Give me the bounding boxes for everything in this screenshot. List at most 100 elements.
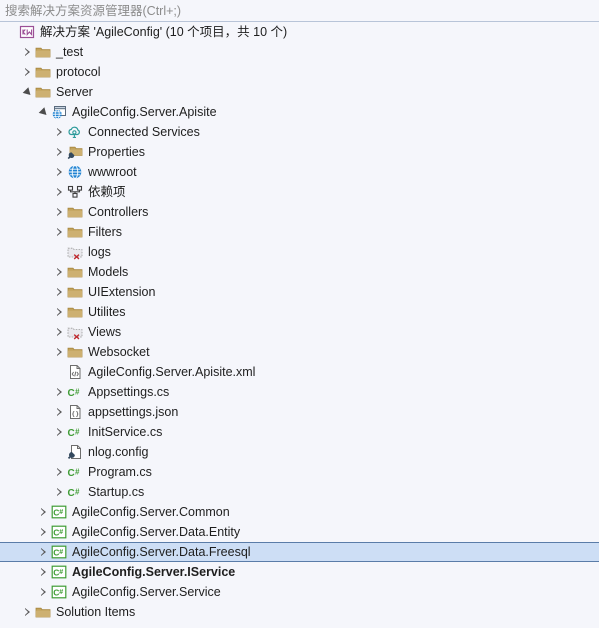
chevron-right-icon[interactable] [22,602,35,622]
tree-item-label: Views [88,325,122,339]
chevron-right-icon[interactable] [38,542,51,562]
tree-item-filters[interactable]: Filters [0,222,599,242]
tree-item-server[interactable]: Server [0,82,599,102]
tree-item-label: Program.cs [88,465,152,479]
tree-item-label: InitService.cs [88,425,163,439]
tree-item-label: UIExtension [88,285,156,299]
tree-item-agileconfig-server-iservice[interactable]: C # AgileConfig.Server.IService [0,562,599,582]
chevron-right-icon[interactable] [54,382,67,402]
tree-item-label: 依赖项 [88,185,126,199]
svg-text:#: # [59,569,63,576]
tree-item-websocket[interactable]: Websocket [0,342,599,362]
tree-item-label: protocol [56,65,101,79]
tree-item-uiextension[interactable]: UIExtension [0,282,599,302]
tree-item-models[interactable]: Models [0,262,599,282]
csharp-project-icon: C # [51,584,67,600]
tree-item-utilites[interactable]: Utilites [0,302,599,322]
chevron-right-icon[interactable] [38,562,51,582]
tree-item-label: Controllers [88,205,149,219]
dependencies-icon [67,184,83,200]
svg-text:#: # [59,589,63,596]
search-input[interactable] [5,2,565,20]
chevron-right-icon[interactable] [54,162,67,182]
tree-item-startup-cs[interactable]: C # Startup.cs [0,482,599,502]
tree-item-agileconfig-server-service[interactable]: C # AgileConfig.Server.Service [0,582,599,602]
tree-item-label: Utilites [88,305,126,319]
csharp-file-icon: C # [67,384,83,400]
chevron-right-icon[interactable] [54,262,67,282]
chevron-right-icon[interactable] [54,202,67,222]
chevron-right-icon[interactable] [54,222,67,242]
csharp-project-icon: C # [51,564,67,580]
tree-item-solution-root[interactable]: 解决方案 'AgileConfig' (10 个项目，共 10 个) [0,22,599,42]
chevron-right-icon[interactable] [54,122,67,142]
web-project-icon [51,104,67,120]
folder-icon [67,204,83,220]
tree-item-connected-services[interactable]: Connected Services [0,122,599,142]
tree-item-properties[interactable]: Properties [0,142,599,162]
expander-placeholder [54,242,67,262]
csharp-project-icon: C # [51,544,67,560]
tree-item-logs[interactable]: logs [0,242,599,262]
chevron-right-icon[interactable] [54,302,67,322]
tree-item-label: wwwroot [88,165,137,179]
tree-item-views[interactable]: Views [0,322,599,342]
tree-item-label: AgileConfig.Server.Apisite [72,105,217,119]
tree-item-agileconfig-server-common[interactable]: C # AgileConfig.Server.Common [0,502,599,522]
folder-icon [67,224,83,240]
chevron-right-icon[interactable] [38,582,51,602]
tree-item-label: Filters [88,225,123,239]
chevron-right-icon[interactable] [54,462,67,482]
svg-text:#: # [59,529,63,536]
tree-item-initservice-cs[interactable]: C # InitService.cs [0,422,599,442]
tree-item-wwwroot[interactable]: wwwroot [0,162,599,182]
search-bar[interactable] [0,0,599,22]
properties-folder-icon [67,144,83,160]
tree-item-solution-items[interactable]: Solution Items [0,602,599,622]
tree-item-label: Solution Items [56,605,136,619]
chevron-right-icon[interactable] [54,342,67,362]
chevron-right-icon[interactable] [54,322,67,342]
chevron-right-icon[interactable] [22,62,35,82]
chevron-down-icon[interactable] [38,102,51,122]
tree-item-agileconfig-server-apisite[interactable]: AgileConfig.Server.Apisite [0,102,599,122]
chevron-right-icon[interactable] [54,482,67,502]
folder-icon [67,344,83,360]
tree-item-label: logs [88,245,111,259]
tree-item-label: nlog.config [88,445,149,459]
tree-item-agileconfig-server-data-entity[interactable]: C # AgileConfig.Server.Data.Entity [0,522,599,542]
chevron-right-icon[interactable] [54,182,67,202]
tree-item-apisite-xml[interactable]: AgileConfig.Server.Apisite.xml [0,362,599,382]
chevron-right-icon[interactable] [54,142,67,162]
chevron-down-icon[interactable] [22,82,35,102]
xml-file-icon [67,364,83,380]
chevron-right-icon[interactable] [38,502,51,522]
tree-item-label: Properties [88,145,145,159]
csharp-file-icon: C # [67,424,83,440]
connected-services-icon [67,124,83,140]
expander-placeholder [54,362,67,382]
tree-item-label: Websocket [88,345,150,359]
tree-item-appsettings-cs[interactable]: C # Appsettings.cs [0,382,599,402]
chevron-right-icon[interactable] [54,422,67,442]
folder-icon [35,604,51,620]
tree-item-dependencies[interactable]: 依赖项 [0,182,599,202]
chevron-right-icon[interactable] [54,282,67,302]
folder-icon [35,84,51,100]
tree-item-agileconfig-server-data-freesql[interactable]: C # AgileConfig.Server.Data.Freesql [0,542,599,562]
chevron-right-icon[interactable] [22,42,35,62]
chevron-right-icon[interactable] [38,522,51,542]
svg-text:C: C [68,468,75,479]
solution-explorer-tree[interactable]: 解决方案 'AgileConfig' (10 个项目，共 10 个) _testp… [0,22,599,628]
tree-item-appsettings-json[interactable]: appsettings.json [0,402,599,422]
tree-item-label: Connected Services [88,125,200,139]
tree-item-controllers[interactable]: Controllers [0,202,599,222]
tree-item-label: Appsettings.cs [88,385,170,399]
tree-item-nlog-config[interactable]: nlog.config [0,442,599,462]
tree-item-protocol[interactable]: protocol [0,62,599,82]
tree-item-program-cs[interactable]: C # Program.cs [0,462,599,482]
tree-item-_test[interactable]: _test [0,42,599,62]
chevron-right-icon[interactable] [54,402,67,422]
csharp-file-icon: C # [67,484,83,500]
csharp-project-icon: C # [51,504,67,520]
